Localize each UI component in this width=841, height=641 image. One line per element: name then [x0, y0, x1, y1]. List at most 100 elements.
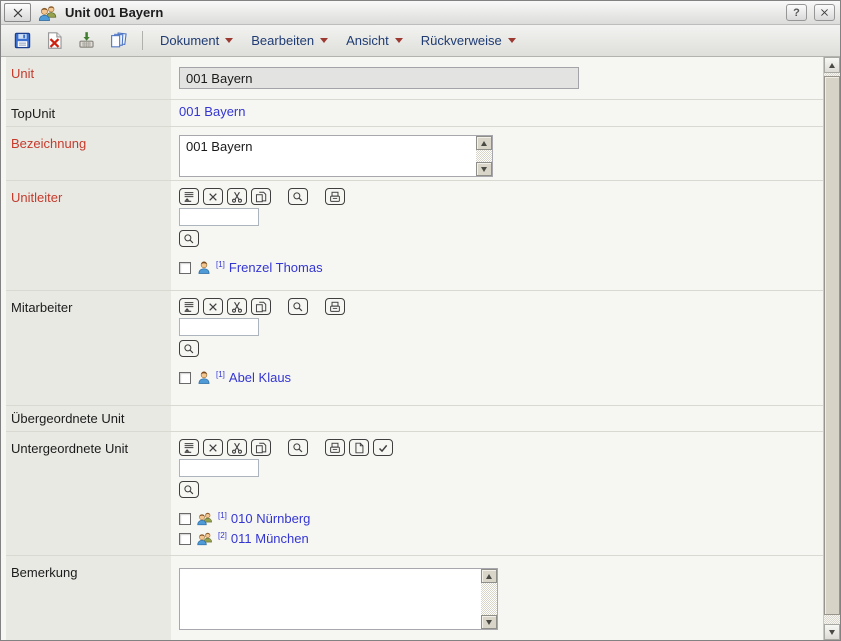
- untergeordnete-search-button[interactable]: [179, 481, 199, 498]
- insert-button[interactable]: [179, 439, 199, 456]
- paste-button[interactable]: [325, 188, 345, 205]
- remove-icon: [206, 190, 220, 204]
- chevron-down-icon: [320, 38, 328, 43]
- form-row-unit: Unit 001 Bayern: [6, 57, 823, 100]
- insert-icon: [182, 441, 196, 455]
- close-window-button[interactable]: [814, 4, 835, 21]
- cancel-button[interactable]: [41, 29, 67, 53]
- remove-button[interactable]: [203, 298, 223, 315]
- copy-button[interactable]: [251, 298, 271, 315]
- search-icon: [182, 483, 196, 497]
- scrollbar-thumb[interactable]: [824, 76, 840, 615]
- search-button[interactable]: [288, 439, 308, 456]
- person-icon: [196, 370, 212, 385]
- scroll-down-button[interactable]: [476, 162, 492, 176]
- cut-button[interactable]: [227, 439, 247, 456]
- mitarbeiter-input[interactable]: [179, 318, 259, 336]
- scrollbar-track[interactable]: [824, 73, 840, 624]
- entry-index: [2]: [218, 531, 227, 541]
- list-item: [1] Abel Klaus: [179, 370, 815, 385]
- textarea-scrollbar[interactable]: [476, 136, 492, 176]
- cut-icon: [230, 300, 244, 314]
- unit-group-icon: [38, 4, 58, 22]
- entry-checkbox[interactable]: [179, 513, 191, 525]
- mitarbeiter-property-toolbar: [179, 298, 815, 315]
- scroll-up-button[interactable]: [824, 57, 840, 73]
- save-button[interactable]: [9, 29, 35, 53]
- field-label-topunit: TopUnit: [6, 100, 171, 126]
- search-button[interactable]: [288, 188, 308, 205]
- menu-ansicht[interactable]: Ansicht: [340, 33, 409, 48]
- title-bar: Unit 001 Bayern ?: [1, 1, 840, 25]
- menu-bearbeiten[interactable]: Bearbeiten: [245, 33, 334, 48]
- remove-button[interactable]: [203, 188, 223, 205]
- field-label-uebergeordnete-unit: Übergeordnete Unit: [6, 406, 171, 431]
- close-icon: [819, 7, 830, 18]
- unitleiter-search-button[interactable]: [179, 230, 199, 247]
- page-scrollbar[interactable]: [823, 57, 840, 640]
- mitarbeiter-search-button[interactable]: [179, 340, 199, 357]
- bezeichnung-textarea[interactable]: 001 Bayern: [179, 135, 493, 177]
- stacked-pages-icon: [109, 31, 128, 50]
- insert-button[interactable]: [179, 188, 199, 205]
- unitleiter-input[interactable]: [179, 208, 259, 226]
- floppy-disk-icon: [13, 31, 32, 50]
- scroll-up-button[interactable]: [476, 136, 492, 150]
- apply-check-icon: [376, 441, 390, 455]
- paste-icon: [328, 190, 342, 204]
- application-window: Unit 001 Bayern ? Dokument Bearbeiten: [0, 0, 841, 641]
- entry-link[interactable]: Abel Klaus: [229, 370, 291, 385]
- field-label-untergeordnete-unit: Untergeordnete Unit: [6, 432, 171, 555]
- copy-button[interactable]: [251, 439, 271, 456]
- untergeordnete-input[interactable]: [179, 459, 259, 477]
- list-item: [1] Frenzel Thomas: [179, 260, 815, 275]
- person-icon: [196, 260, 212, 275]
- new-object-button[interactable]: [349, 439, 369, 456]
- search-icon: [291, 300, 305, 314]
- apply-button[interactable]: [373, 439, 393, 456]
- entry-checkbox[interactable]: [179, 372, 191, 384]
- group-icon: [196, 531, 214, 546]
- entry-link[interactable]: Frenzel Thomas: [229, 260, 323, 275]
- insert-icon: [182, 300, 196, 314]
- scroll-down-button[interactable]: [481, 615, 497, 629]
- help-button[interactable]: ?: [786, 4, 807, 21]
- textarea-scrollbar[interactable]: [481, 569, 497, 629]
- entry-checkbox[interactable]: [179, 262, 191, 274]
- close-form-button[interactable]: [4, 3, 31, 22]
- copy-button[interactable]: [105, 29, 131, 53]
- form-row-topunit: TopUnit 001 Bayern: [6, 100, 823, 127]
- copy-icon: [254, 190, 268, 204]
- form-row-mitarbeiter: Mitarbeiter: [6, 291, 823, 406]
- scroll-down-button[interactable]: [824, 624, 840, 640]
- scroll-up-icon: [486, 574, 492, 579]
- entry-checkbox[interactable]: [179, 533, 191, 545]
- archive-button[interactable]: [73, 29, 99, 53]
- bemerkung-textarea[interactable]: [179, 568, 498, 630]
- list-item: [1] 010 Nürnberg: [179, 511, 815, 526]
- menu-rueckverweise[interactable]: Rückverweise: [415, 33, 522, 48]
- cut-button[interactable]: [227, 298, 247, 315]
- paste-icon: [328, 300, 342, 314]
- paste-icon: [328, 441, 342, 455]
- search-button[interactable]: [288, 298, 308, 315]
- untergeordnete-property-toolbar: [179, 439, 815, 456]
- paste-button[interactable]: [325, 439, 345, 456]
- toolbar-separator: [142, 31, 143, 50]
- remove-button[interactable]: [203, 439, 223, 456]
- scroll-down-icon: [481, 167, 487, 172]
- cut-button[interactable]: [227, 188, 247, 205]
- entry-link[interactable]: 010 Nürnberg: [231, 511, 311, 526]
- field-label-unit: Unit: [6, 57, 171, 99]
- form-row-uebergeordnete-unit: Übergeordnete Unit: [6, 406, 823, 432]
- chevron-down-icon: [508, 38, 516, 43]
- insert-button[interactable]: [179, 298, 199, 315]
- paste-button[interactable]: [325, 298, 345, 315]
- scroll-up-button[interactable]: [481, 569, 497, 583]
- copy-button[interactable]: [251, 188, 271, 205]
- entry-index: [1]: [218, 511, 227, 521]
- document-red-x-icon: [45, 31, 64, 50]
- entry-link[interactable]: 011 München: [231, 531, 309, 546]
- menu-dokument[interactable]: Dokument: [154, 33, 239, 48]
- topunit-link[interactable]: 001 Bayern: [179, 104, 246, 119]
